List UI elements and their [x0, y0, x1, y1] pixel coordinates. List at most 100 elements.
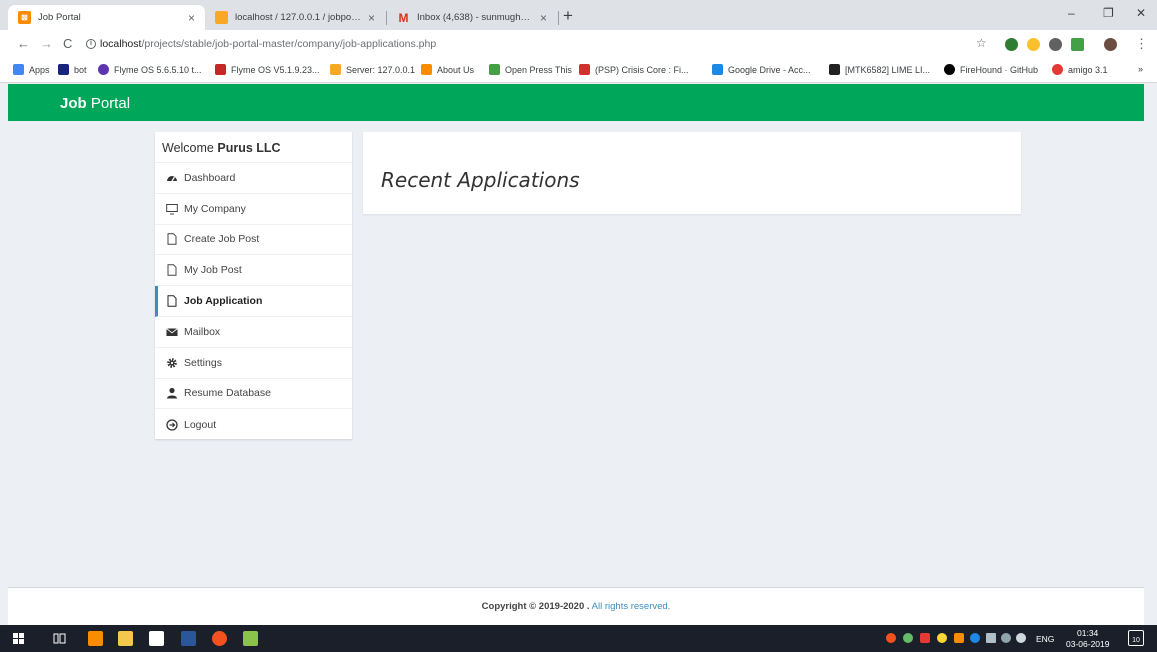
reload-button[interactable]: C: [63, 36, 72, 51]
file-explorer-icon[interactable]: [118, 631, 133, 646]
windows-start-icon[interactable]: [13, 633, 24, 644]
tray-icon[interactable]: [920, 633, 930, 643]
github-icon: [944, 64, 955, 75]
url-host: localhost: [100, 38, 142, 50]
notepad-icon[interactable]: [243, 631, 258, 646]
dashboard-icon: [166, 172, 178, 184]
recent-applications-panel: Recent Applications: [363, 132, 1021, 214]
bookmark-item[interactable]: Google Drive - Acc...: [712, 64, 811, 75]
tab-gmail[interactable]: M Inbox (4,638) - sunmughan@gm ×: [387, 5, 557, 30]
sidebar-item-settings[interactable]: Settings: [155, 348, 352, 379]
close-tab-icon[interactable]: ×: [188, 11, 195, 25]
bookmark-label: [MTK6582] LIME LI...: [845, 64, 931, 75]
clock-time[interactable]: 01:34: [1077, 628, 1098, 638]
bookmark-item[interactable]: Flyme OS V5.1.9.23...: [215, 64, 320, 75]
monitor-icon: [166, 203, 178, 215]
clock-date[interactable]: 03-06-2019: [1066, 639, 1109, 649]
flyme-icon: [98, 64, 109, 75]
xampp-tray-icon[interactable]: [954, 633, 964, 643]
chrome-icon[interactable]: [212, 631, 227, 646]
bookmark-item[interactable]: About Us: [421, 64, 474, 75]
bookmark-item[interactable]: bot: [58, 64, 87, 75]
sidebar-item-create-job-post[interactable]: Create Job Post: [155, 225, 352, 256]
address-bar[interactable]: localhost/projects/stable/job-portal-mas…: [100, 38, 436, 50]
checkbox-extension-icon[interactable]: [1071, 38, 1084, 51]
bookmark-item[interactable]: Apps: [13, 64, 50, 75]
task-view-icon[interactable]: [53, 632, 66, 645]
bookmark-item[interactable]: Flyme OS 5.6.5.10 t...: [98, 64, 202, 75]
close-tab-icon[interactable]: ×: [540, 11, 547, 25]
chrome-tray-icon[interactable]: [886, 633, 896, 643]
sidebar-item-dashboard[interactable]: Dashboard: [155, 163, 352, 194]
user-icon: [166, 387, 178, 399]
battery-icon[interactable]: [986, 633, 996, 643]
rights-text: All rights reserved.: [591, 601, 671, 612]
bluetooth-icon[interactable]: [970, 633, 980, 643]
store-icon[interactable]: [149, 631, 164, 646]
bookmark-label: bot: [74, 64, 87, 75]
maximize-button[interactable]: ❐: [1103, 6, 1114, 20]
word-icon[interactable]: [181, 631, 196, 646]
wifi-icon[interactable]: [1001, 633, 1011, 643]
bookmark-item[interactable]: amigo 3.1: [1052, 64, 1108, 75]
more-bookmarks-button[interactable]: »: [1138, 64, 1143, 74]
bookmark-item[interactable]: [MTK6582] LIME LI...: [829, 64, 930, 75]
bookmark-item[interactable]: FireHound · GitHub: [944, 64, 1038, 75]
back-button[interactable]: ←: [17, 36, 30, 51]
extension-icon[interactable]: [1005, 38, 1018, 51]
avatar[interactable]: [1104, 38, 1117, 51]
company-name: Purus LLC: [217, 141, 281, 155]
info-icon[interactable]: i: [86, 39, 96, 49]
footer: Copyright © 2019-2020 . All rights reser…: [8, 587, 1144, 625]
bookmark-label: (PSP) Crisis Core : Fi...: [595, 64, 689, 75]
brand-logo[interactable]: Job Portal: [60, 95, 130, 112]
tab-job-portal[interactable]: ⊠ Job Portal ×: [8, 5, 205, 30]
notification-center-icon[interactable]: 10: [1128, 630, 1144, 646]
sidebar-item-logout[interactable]: Logout: [155, 409, 352, 440]
sidebar-item-label: Mailbox: [184, 325, 221, 338]
star-icon[interactable]: ☆: [976, 36, 987, 50]
phpmyadmin-icon: [330, 64, 341, 75]
tray-icon[interactable]: [937, 633, 947, 643]
sidebar-item-label: Logout: [184, 418, 217, 431]
close-tab-icon[interactable]: ×: [368, 11, 375, 25]
welcome-prefix: Welcome: [162, 141, 214, 155]
mtk-icon: [829, 64, 840, 75]
tray-icon[interactable]: [903, 633, 913, 643]
app-header: Job Portal: [8, 84, 1144, 121]
tab-separator: [558, 11, 559, 25]
tab-title: Job Portal: [38, 12, 81, 23]
apps-icon: [13, 64, 24, 75]
new-tab-button[interactable]: +: [563, 6, 573, 26]
browser-toolbar: ← → C i localhost/projects/stable/job-po…: [0, 30, 1157, 58]
close-window-button[interactable]: ✕: [1136, 6, 1146, 20]
language-indicator[interactable]: ENG: [1036, 634, 1054, 644]
logout-icon: [166, 419, 178, 431]
bookmark-label: About Us: [437, 64, 475, 75]
tab-title: Inbox (4,638) - sunmughan@gm: [417, 12, 534, 23]
volume-icon[interactable]: [1016, 633, 1026, 643]
brand-rest: Portal: [90, 95, 131, 112]
extension-icon[interactable]: [1027, 38, 1040, 51]
file-icon: [166, 295, 178, 307]
minimize-button[interactable]: –: [1068, 6, 1075, 20]
forward-button[interactable]: →: [40, 36, 53, 51]
bookmark-item[interactable]: (PSP) Crisis Core : Fi...: [579, 64, 689, 75]
sidebar-item-mailbox[interactable]: Mailbox: [155, 317, 352, 348]
menu-icon[interactable]: ⋮: [1135, 36, 1148, 52]
sidebar-item-label: My Company: [184, 202, 246, 215]
amigo-icon: [1052, 64, 1063, 75]
welcome-heading: Welcome Purus LLC: [155, 132, 352, 163]
bookmark-item[interactable]: Open Press This: [489, 64, 572, 75]
xampp-icon: [421, 64, 432, 75]
bookmark-item[interactable]: Server: 127.0.0.1: [330, 64, 415, 75]
xampp-taskbar-icon[interactable]: [88, 631, 103, 646]
sidebar-item-job-application[interactable]: Job Application: [155, 286, 352, 317]
sidebar-item-resume-database[interactable]: Resume Database: [155, 379, 352, 410]
sidebar-item-label: Settings: [184, 356, 222, 369]
tab-phpmyadmin[interactable]: localhost / 127.0.0.1 / jobportal / ×: [205, 5, 385, 30]
sidebar-item-my-job-post[interactable]: My Job Post: [155, 255, 352, 287]
sidebar-item-my-company[interactable]: My Company: [155, 194, 352, 225]
extension-icon[interactable]: [1049, 38, 1062, 51]
url-path: /projects/stable/job-portal-master/compa…: [141, 38, 437, 50]
